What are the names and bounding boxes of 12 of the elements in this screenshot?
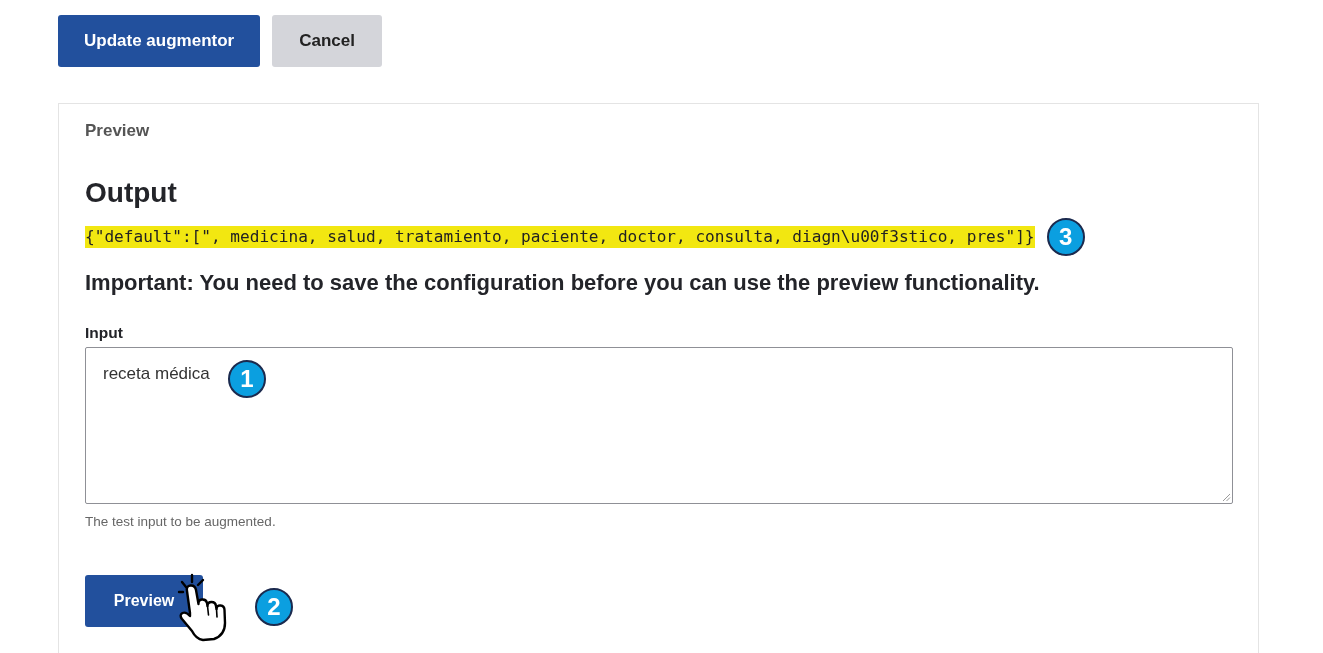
help-text: The test input to be augmented. — [85, 513, 276, 531]
cancel-button[interactable]: Cancel — [272, 15, 382, 67]
callout-number: 3 — [1046, 218, 1085, 256]
panel-title: Preview — [85, 121, 150, 141]
resize-grip-icon[interactable] — [1222, 493, 1231, 502]
callout-number: 2 — [255, 588, 293, 626]
notice-text: Important: You need to save the configuration before you can use the preview functionality. — [85, 269, 1040, 297]
output-code: {"default":[", medicina, salud, tratamiento, paciente, doctor, consulta, diagn\u00f3stico, pres"]} — [85, 226, 1035, 248]
callout-number: 1 — [228, 360, 266, 398]
input-label: Input — [85, 323, 123, 343]
update-button[interactable]: Update augmentor — [58, 15, 261, 67]
output-heading: Output — [85, 176, 177, 210]
